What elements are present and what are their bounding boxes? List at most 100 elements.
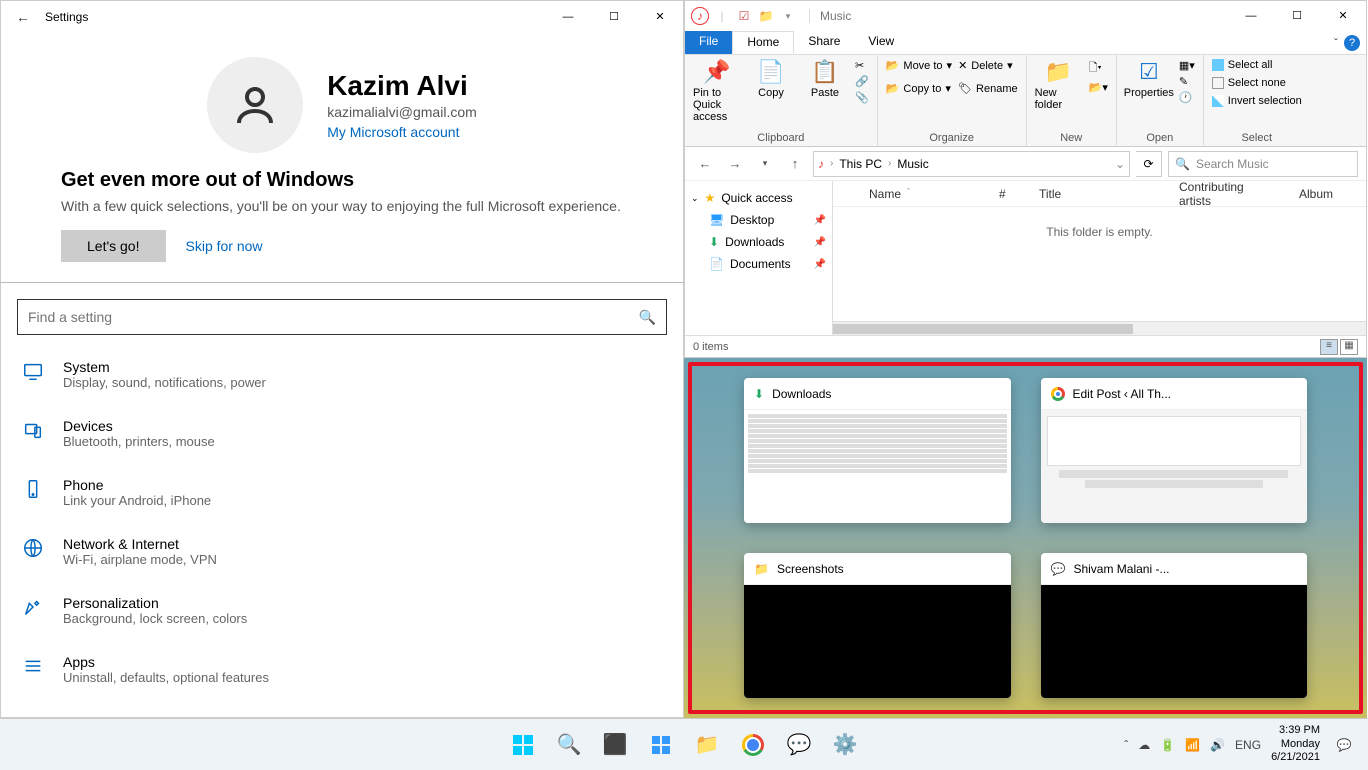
chrome-icon	[1051, 387, 1065, 401]
search-input[interactable]	[28, 309, 639, 325]
horizontal-scrollbar[interactable]	[833, 321, 1366, 335]
tab-share[interactable]: Share	[794, 31, 854, 54]
profile-section: Kazim Alvi kazimalialvi@gmail.com My Mic…	[1, 33, 683, 169]
nav-quick-access[interactable]: ⌄★Quick access	[689, 187, 828, 209]
ms-account-link[interactable]: My Microsoft account	[327, 124, 477, 140]
chat-taskbar-icon[interactable]: 💬	[779, 725, 819, 765]
delete-button[interactable]: ✕ Delete ▾	[958, 59, 1018, 72]
thumbnail	[744, 585, 1011, 698]
qat-separator: |	[713, 7, 731, 25]
category-personalization[interactable]: PersonalizationBackground, lock screen, …	[15, 581, 669, 640]
chrome-taskbar-icon[interactable]	[733, 725, 773, 765]
nav-recent-button[interactable]: ▾	[753, 152, 777, 176]
nav-up-button[interactable]: ↑	[783, 152, 807, 176]
category-apps[interactable]: AppsUninstall, defaults, optional featur…	[15, 640, 669, 699]
profile-email: kazimalialvi@gmail.com	[327, 104, 477, 120]
col-number[interactable]: #	[989, 187, 1029, 201]
nav-desktop[interactable]: 🖥Desktop📌	[689, 209, 828, 231]
easy-access-button[interactable]: 📂▾	[1089, 81, 1108, 94]
category-phone[interactable]: PhoneLink your Android, iPhone	[15, 463, 669, 522]
tray-overflow-icon[interactable]: ˆ	[1124, 738, 1128, 752]
paste-shortcut-button[interactable]: 📎	[855, 91, 869, 104]
category-system[interactable]: SystemDisplay, sound, notifications, pow…	[15, 345, 669, 404]
refresh-button[interactable]: ⟳	[1136, 151, 1162, 177]
battery-icon[interactable]: 🔋	[1160, 738, 1175, 752]
select-none-button[interactable]: Select none	[1212, 77, 1302, 89]
tab-home[interactable]: Home	[732, 31, 794, 54]
widgets-button[interactable]	[641, 725, 681, 765]
onedrive-icon[interactable]: ☁	[1138, 738, 1150, 752]
icons-view-button[interactable]: ▦	[1340, 339, 1358, 355]
col-album[interactable]: Album	[1289, 187, 1343, 201]
crumb-thispc[interactable]: This PC	[839, 157, 882, 171]
copy-button[interactable]: 📄Copy	[747, 59, 795, 99]
back-button[interactable]: ←	[1, 9, 45, 25]
copyto-button[interactable]: 📂 Copy to ▾	[886, 82, 952, 95]
new-item-button[interactable]: 🗋▾	[1089, 59, 1108, 78]
navigation-pane: ⌄★Quick access 🖥Desktop📌 ⬇Downloads📌 📄Do…	[685, 181, 833, 335]
select-all-button[interactable]: Select all	[1212, 59, 1302, 71]
col-contributing-artists[interactable]: Contributing artists	[1169, 181, 1289, 208]
close-button[interactable]: ✕	[637, 1, 683, 33]
settings-taskbar-icon[interactable]: ⚙️	[825, 725, 865, 765]
details-view-button[interactable]: ≡	[1320, 339, 1338, 355]
copypath-button[interactable]: 🔗	[855, 75, 869, 88]
ribbon: 📌Pin to Quick access 📄Copy 📋Paste ✂ 🔗 📎 …	[685, 55, 1366, 147]
snap-tile-chat[interactable]: 💬Shivam Malani -...	[1041, 553, 1308, 698]
help-icon[interactable]: ?	[1344, 35, 1360, 51]
col-title[interactable]: Title	[1029, 187, 1169, 201]
taskbar-search-button[interactable]: 🔍	[549, 725, 589, 765]
col-name[interactable]: Nameˆ	[859, 187, 989, 201]
explorer-search[interactable]: 🔍 Search Music	[1168, 151, 1358, 177]
qat-properties-icon[interactable]: ☑	[735, 7, 753, 25]
pin-quick-access-button[interactable]: 📌Pin to Quick access	[693, 59, 741, 123]
promo-subtext: With a few quick selections, you'll be o…	[61, 198, 623, 214]
minimize-button[interactable]: ―	[545, 1, 591, 33]
properties-button[interactable]: ☑Properties	[1125, 59, 1173, 99]
explorer-minimize-button[interactable]: ―	[1228, 0, 1274, 32]
ribbon-collapse-icon[interactable]: ˇ	[1334, 36, 1338, 50]
explorer-close-button[interactable]: ✕	[1320, 0, 1366, 32]
maximize-button[interactable]: ☐	[591, 1, 637, 33]
nav-documents[interactable]: 📄Documents📌	[689, 253, 828, 275]
promo-cta-button[interactable]: Let's go!	[61, 230, 166, 262]
edit-button[interactable]: ✎	[1179, 75, 1195, 88]
tab-view[interactable]: View	[854, 31, 908, 54]
language-indicator[interactable]: ENG	[1235, 738, 1261, 752]
notification-button[interactable]: 💬	[1330, 731, 1358, 759]
explorer-taskbar-icon[interactable]: 📁	[687, 725, 727, 765]
nav-back-button[interactable]: ←	[693, 152, 717, 176]
volume-icon[interactable]: 🔊	[1210, 738, 1225, 752]
category-network[interactable]: Network & InternetWi-Fi, airplane mode, …	[15, 522, 669, 581]
crumb-music[interactable]: Music	[897, 157, 928, 171]
history-button[interactable]: 🕐	[1179, 91, 1195, 104]
tab-file[interactable]: File	[685, 31, 732, 54]
wifi-icon[interactable]: 📶	[1185, 738, 1200, 752]
cut-button[interactable]: ✂	[855, 59, 869, 72]
invert-selection-button[interactable]: Invert selection	[1212, 95, 1302, 107]
clock[interactable]: 3:39 PM Monday 6/21/2021	[1271, 724, 1320, 765]
category-devices[interactable]: DevicesBluetooth, printers, mouse	[15, 404, 669, 463]
settings-search[interactable]: 🔍	[17, 299, 667, 335]
item-count: 0 items	[693, 341, 728, 353]
music-folder-icon: ♪	[818, 157, 824, 171]
snap-tile-screenshots[interactable]: 📁Screenshots	[744, 553, 1011, 698]
task-view-button[interactable]: ⬛	[595, 725, 635, 765]
paste-button[interactable]: 📋Paste	[801, 59, 849, 99]
start-button[interactable]	[503, 725, 543, 765]
address-dropdown-icon[interactable]: ⌄	[1115, 157, 1125, 171]
snap-tile-downloads[interactable]: ⬇Downloads	[744, 378, 1011, 523]
qat-folder-icon[interactable]: 📁	[757, 7, 775, 25]
snap-tile-editpost[interactable]: Edit Post ‹ All Th...	[1041, 378, 1308, 523]
nav-downloads[interactable]: ⬇Downloads📌	[689, 231, 828, 253]
new-folder-button[interactable]: 📁New folder	[1035, 59, 1083, 111]
address-bar[interactable]: ♪ › This PC › Music ⌄	[813, 151, 1130, 177]
search-icon: 🔍	[1175, 157, 1190, 171]
nav-forward-button[interactable]: →	[723, 152, 747, 176]
open-button[interactable]: ▦▾	[1179, 59, 1195, 72]
moveto-button[interactable]: 📂 Move to ▾	[886, 59, 952, 72]
qat-dropdown-icon[interactable]: ▾	[779, 7, 797, 25]
promo-skip-link[interactable]: Skip for now	[186, 238, 263, 254]
rename-button[interactable]: 🏷 Rename	[958, 82, 1018, 95]
explorer-maximize-button[interactable]: ☐	[1274, 0, 1320, 32]
